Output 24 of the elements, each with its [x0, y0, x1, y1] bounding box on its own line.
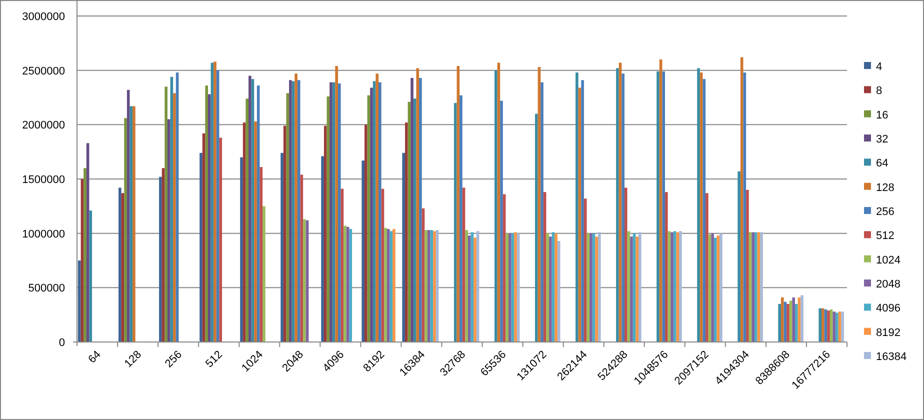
legend-label: 32: [876, 134, 888, 146]
legend-label: 2048: [876, 278, 900, 290]
category-label: 128: [122, 348, 144, 370]
legend-label: 8: [876, 85, 882, 98]
legend-label: 256: [876, 206, 894, 218]
legend-label: 4096: [876, 302, 900, 315]
legend-label: 1024: [876, 254, 900, 266]
legend-label: 64: [876, 158, 888, 170]
tick-label: 500000: [28, 282, 65, 295]
legend-label: 4: [876, 61, 882, 73]
tick-label: 1000000: [22, 228, 65, 240]
legend-label: 8192: [876, 326, 900, 339]
legend-label: 16384: [876, 351, 907, 363]
legend-label: 512: [876, 230, 894, 242]
tick-label: 0: [58, 337, 65, 349]
legend-label: 16: [876, 109, 888, 122]
category-label: 64: [86, 348, 104, 366]
tick-label: 2500000: [22, 65, 65, 78]
tick-label: 3000000: [22, 11, 65, 23]
category-label: 256: [162, 348, 184, 370]
tick-label: 1500000: [22, 174, 65, 186]
tick-label: 2000000: [22, 120, 65, 132]
legend-label: 128: [876, 182, 894, 194]
category-label: 512: [204, 348, 225, 370]
